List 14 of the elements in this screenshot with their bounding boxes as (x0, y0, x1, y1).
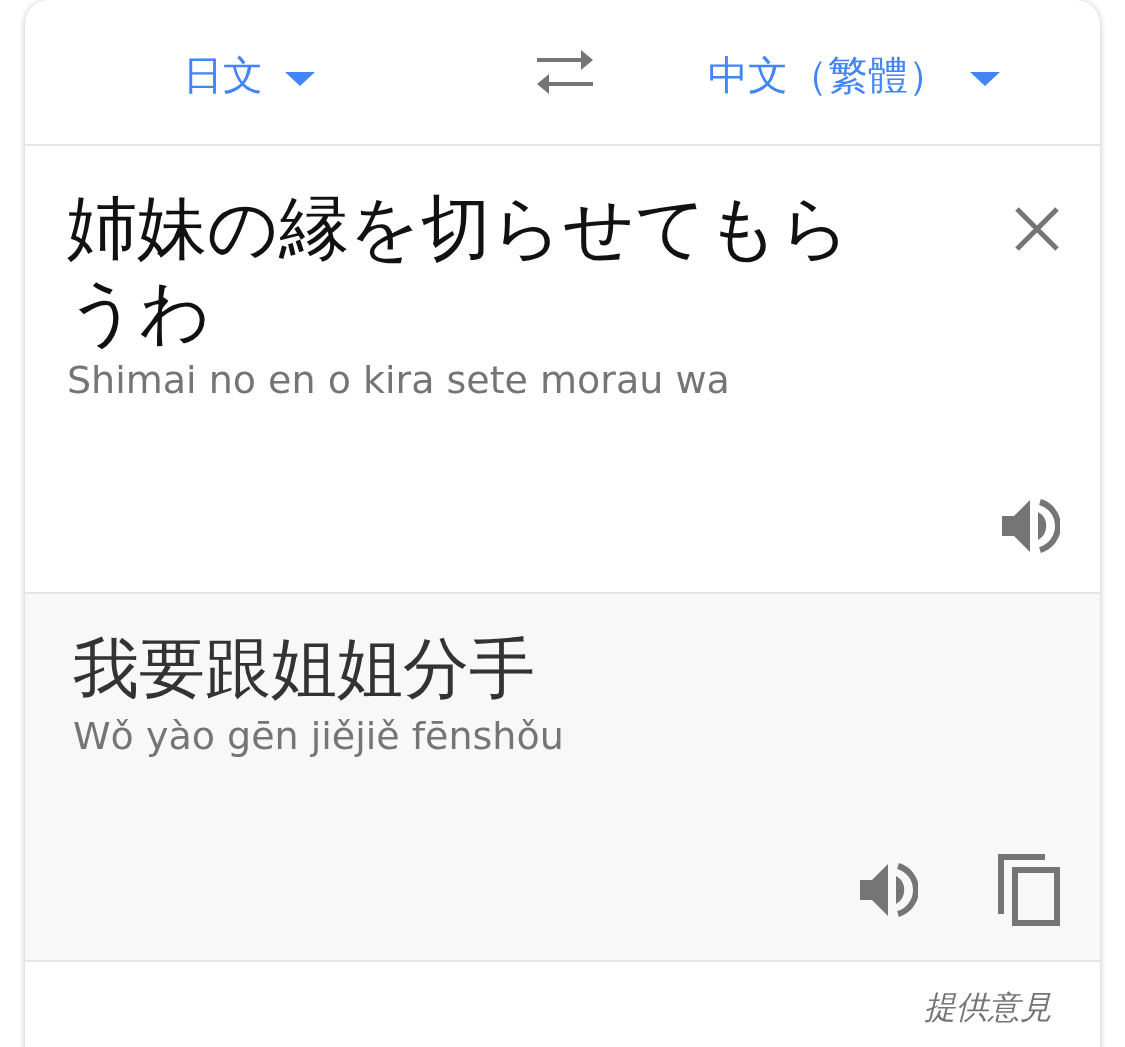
source-language-dropdown[interactable]: 日文 (183, 48, 315, 103)
caret-icon (970, 71, 1000, 86)
feedback-link[interactable]: 提供意見 (924, 986, 1052, 1030)
caret-icon (285, 71, 315, 86)
source-text[interactable]: 姉妹の縁を切らせてもらうわ (67, 186, 867, 354)
translation-text: 我要跟姐姐分手 (73, 629, 536, 709)
speaker-icon[interactable] (1000, 498, 1060, 554)
pinyin-text: Wǒ yào gēn jiějiě fēnshǒu (73, 714, 565, 758)
swap-icon[interactable] (535, 48, 595, 96)
copy-icon[interactable] (998, 854, 1060, 926)
romanization-text: Shimai no en o kira sete morau wa (67, 358, 731, 402)
target-language-dropdown[interactable]: 中文（繁體） (708, 48, 1000, 103)
close-icon[interactable] (1014, 206, 1060, 252)
speaker-icon[interactable] (858, 862, 918, 918)
